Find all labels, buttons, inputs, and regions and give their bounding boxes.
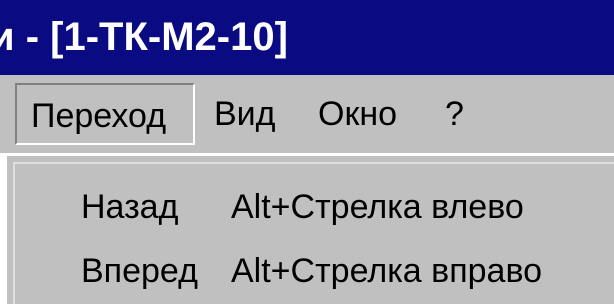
menu-item-back-shortcut: Alt+Стрелка влево [231,188,524,226]
menu-bar: Переход Вид Окно ? [0,75,614,153]
navigation-dropdown-menu: Назад Alt+Стрелка влево Вперед Alt+Стрел… [4,153,614,304]
dropdown-panel: Назад Alt+Стрелка влево Вперед Alt+Стрел… [13,162,614,304]
menu-view[interactable]: Вид [214,75,276,153]
menu-item-forward-shortcut: Alt+Стрелка вправо [231,252,543,290]
title-bar[interactable]: и - [1-ТК-М2-10] [0,0,614,75]
menu-help[interactable]: ? [445,75,464,153]
menu-item-back-label: Назад [81,188,179,226]
application-window: и - [1-ТК-М2-10] Переход Вид Окно ? Наза… [0,0,614,304]
menu-window[interactable]: Окно [318,75,397,153]
menu-item-back[interactable]: Назад Alt+Стрелка влево [15,179,614,235]
menu-navigation[interactable]: Переход [15,83,195,145]
menu-item-forward[interactable]: Вперед Alt+Стрелка вправо [15,243,614,299]
menu-item-forward-label: Вперед [81,252,198,290]
window-title: и - [1-ТК-М2-10] [0,15,288,59]
